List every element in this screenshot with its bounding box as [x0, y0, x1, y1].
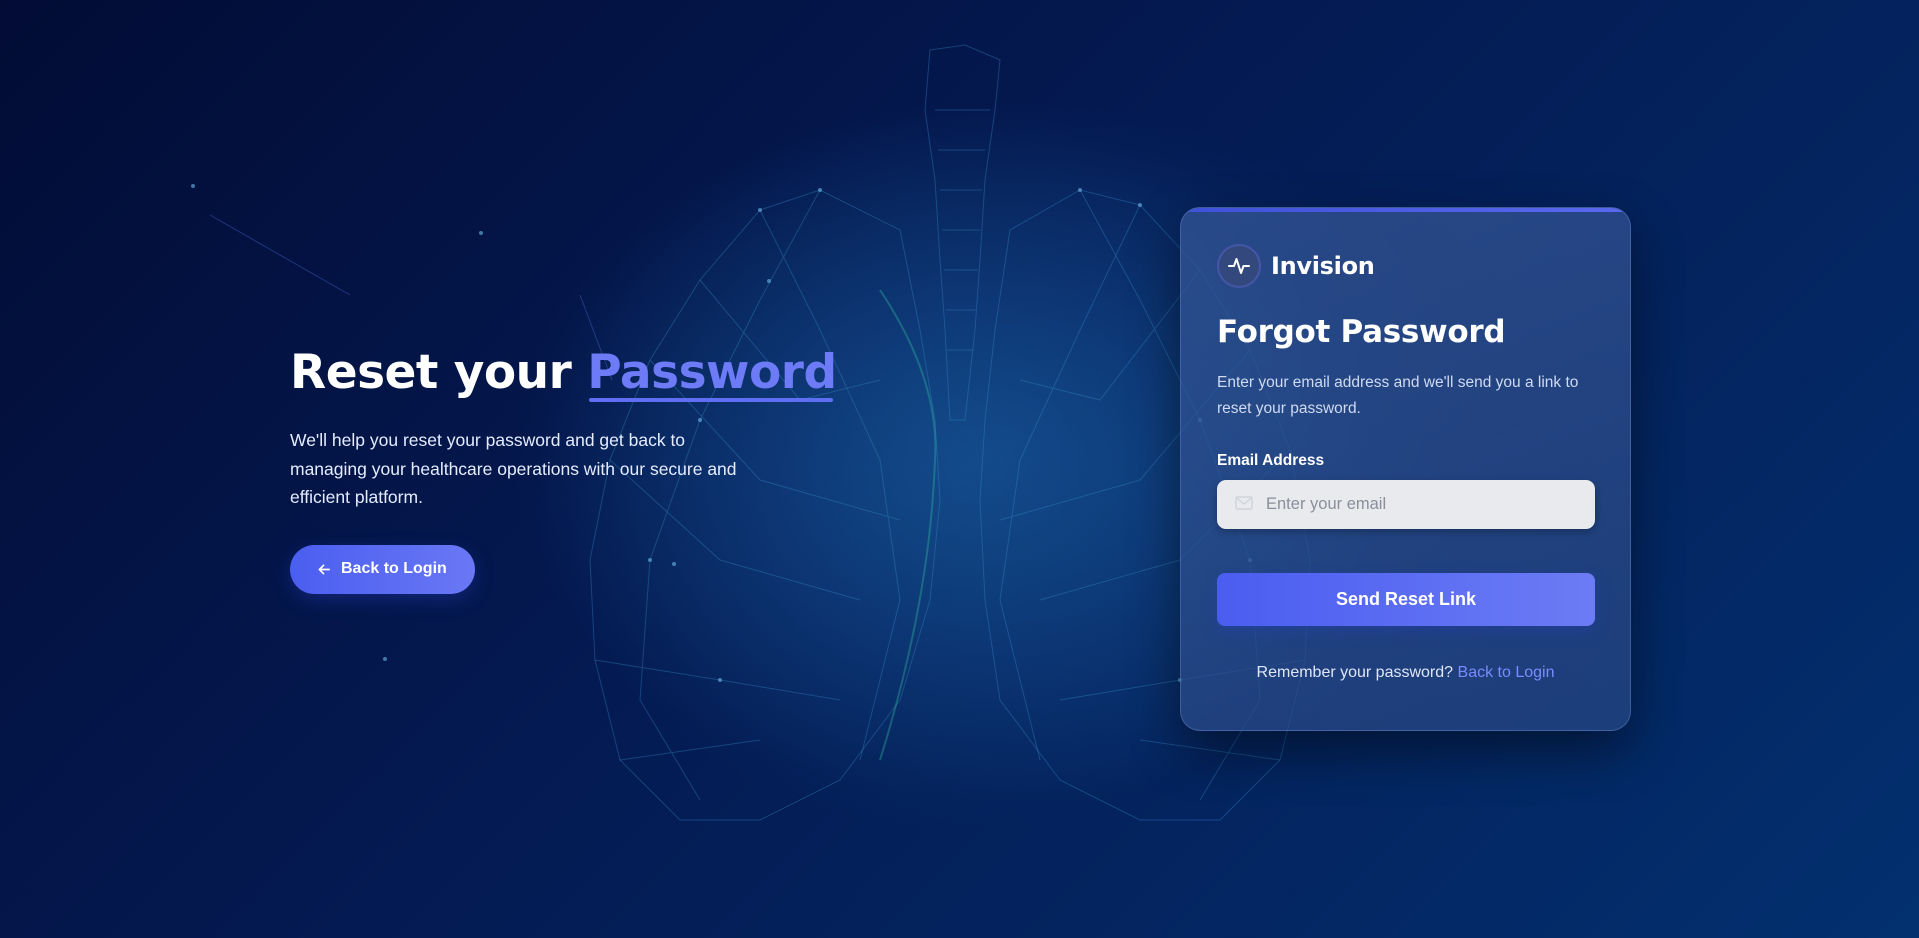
arrow-left-icon	[318, 563, 330, 575]
email-label: Email Address	[1217, 452, 1325, 469]
hero-title-prefix: Reset your	[290, 345, 572, 400]
send-reset-link-button[interactable]: Send Reset Link	[1217, 573, 1595, 626]
email-input-wrapper	[1217, 470, 1595, 529]
forgot-password-card: Invision Forgot Password Enter your emai…	[1180, 207, 1631, 731]
lungs-network-background	[191, 44, 1380, 830]
remember-password-row: Remember your password? Back to Login	[1217, 664, 1594, 682]
hero-section: Reset your Password We'll help you reset…	[290, 345, 837, 594]
pulse-icon	[1228, 258, 1250, 274]
back-to-login-label: Back to Login	[341, 560, 447, 577]
mail-icon	[1235, 496, 1253, 510]
email-input[interactable]	[1217, 480, 1595, 529]
hero-subtitle: We'll help you reset your password and g…	[290, 430, 737, 507]
card-accent-bar	[1181, 208, 1630, 212]
remember-text: Remember your password?	[1256, 664, 1454, 681]
card-description: Enter your email address and we'll send …	[1217, 374, 1579, 417]
brand: Invision	[1217, 244, 1594, 288]
brand-name: Invision	[1271, 252, 1375, 280]
card-title: Forgot Password	[1217, 314, 1506, 350]
hero-title: Reset your Password	[290, 345, 837, 402]
back-to-login-link[interactable]: Back to Login	[1458, 664, 1555, 681]
back-to-login-button[interactable]: Back to Login	[290, 544, 475, 594]
hero-title-accent: Password	[587, 345, 837, 402]
brand-logo	[1217, 244, 1261, 288]
